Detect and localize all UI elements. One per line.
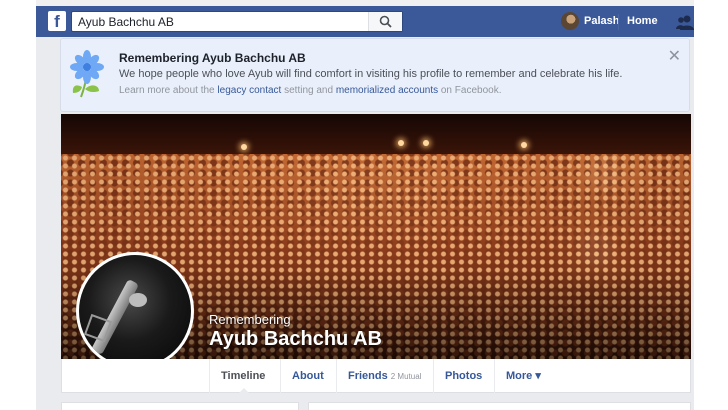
user-profile-link[interactable]: Palash: [584, 15, 619, 27]
profile-name[interactable]: Ayub Bachchu AB: [209, 328, 382, 351]
close-icon[interactable]: ✕: [668, 49, 681, 65]
tab-about[interactable]: About: [280, 359, 335, 393]
facebook-window: f Ayub Bachchu AB Palash Home Rememberin…: [36, 0, 694, 410]
tab-photos[interactable]: Photos: [433, 359, 493, 393]
banner-learn-more: Learn more about the legacy contact sett…: [119, 85, 501, 96]
tab-more[interactable]: More ▾: [494, 359, 552, 393]
tab-label: Photos: [445, 370, 483, 382]
banner-sub-middle: setting and: [281, 85, 336, 96]
memorial-flower-icon: [70, 50, 104, 98]
remembering-label: Remembering: [209, 312, 291, 327]
tab-label: Friends: [348, 370, 388, 382]
home-link[interactable]: Home: [627, 15, 658, 27]
search-button[interactable]: [368, 12, 402, 31]
nav-divider: [618, 14, 619, 30]
memorialized-accounts-link[interactable]: memorialized accounts: [336, 85, 438, 96]
active-tab-indicator: [238, 388, 250, 394]
user-avatar[interactable]: [561, 12, 579, 30]
cover-stage: [61, 114, 691, 154]
top-navigation-bar: f Ayub Bachchu AB Palash Home: [36, 0, 694, 37]
profile-picture[interactable]: [76, 252, 194, 370]
banner-sub-prefix: Learn more about the: [119, 85, 218, 96]
facebook-logo[interactable]: f: [48, 11, 66, 31]
hand-shape: [129, 293, 147, 307]
legacy-contact-link[interactable]: legacy contact: [217, 85, 281, 96]
stage-light: [521, 142, 527, 148]
tab-friends[interactable]: Friends 2 Mutual: [336, 359, 432, 393]
profile-picture-image: [79, 255, 191, 367]
timeline-card: [308, 402, 691, 410]
tab-label: About: [292, 370, 324, 382]
memorial-banner: Remembering Ayub Bachchu AB We hope peop…: [60, 38, 690, 112]
intro-card: [61, 402, 299, 410]
stage-light: [241, 144, 247, 150]
tab-label: Timeline: [221, 370, 266, 382]
search-input[interactable]: Ayub Bachchu AB: [71, 11, 403, 32]
stage-light: [398, 140, 404, 146]
stage-light: [423, 140, 429, 146]
profile-tabs: Timeline About Friends 2 Mutual Photos Mo…: [61, 359, 691, 394]
friend-requests-icon[interactable]: [676, 14, 694, 30]
tab-label: More ▾: [506, 370, 541, 382]
search-input-value: Ayub Bachchu AB: [78, 15, 174, 29]
search-icon: [379, 15, 392, 28]
mutual-friends-count: 2 Mutual: [390, 372, 422, 381]
banner-message: We hope people who love Ayub will find c…: [119, 68, 623, 80]
banner-title: Remembering Ayub Bachchu AB: [119, 51, 306, 65]
banner-sub-suffix: on Facebook.: [438, 85, 502, 96]
